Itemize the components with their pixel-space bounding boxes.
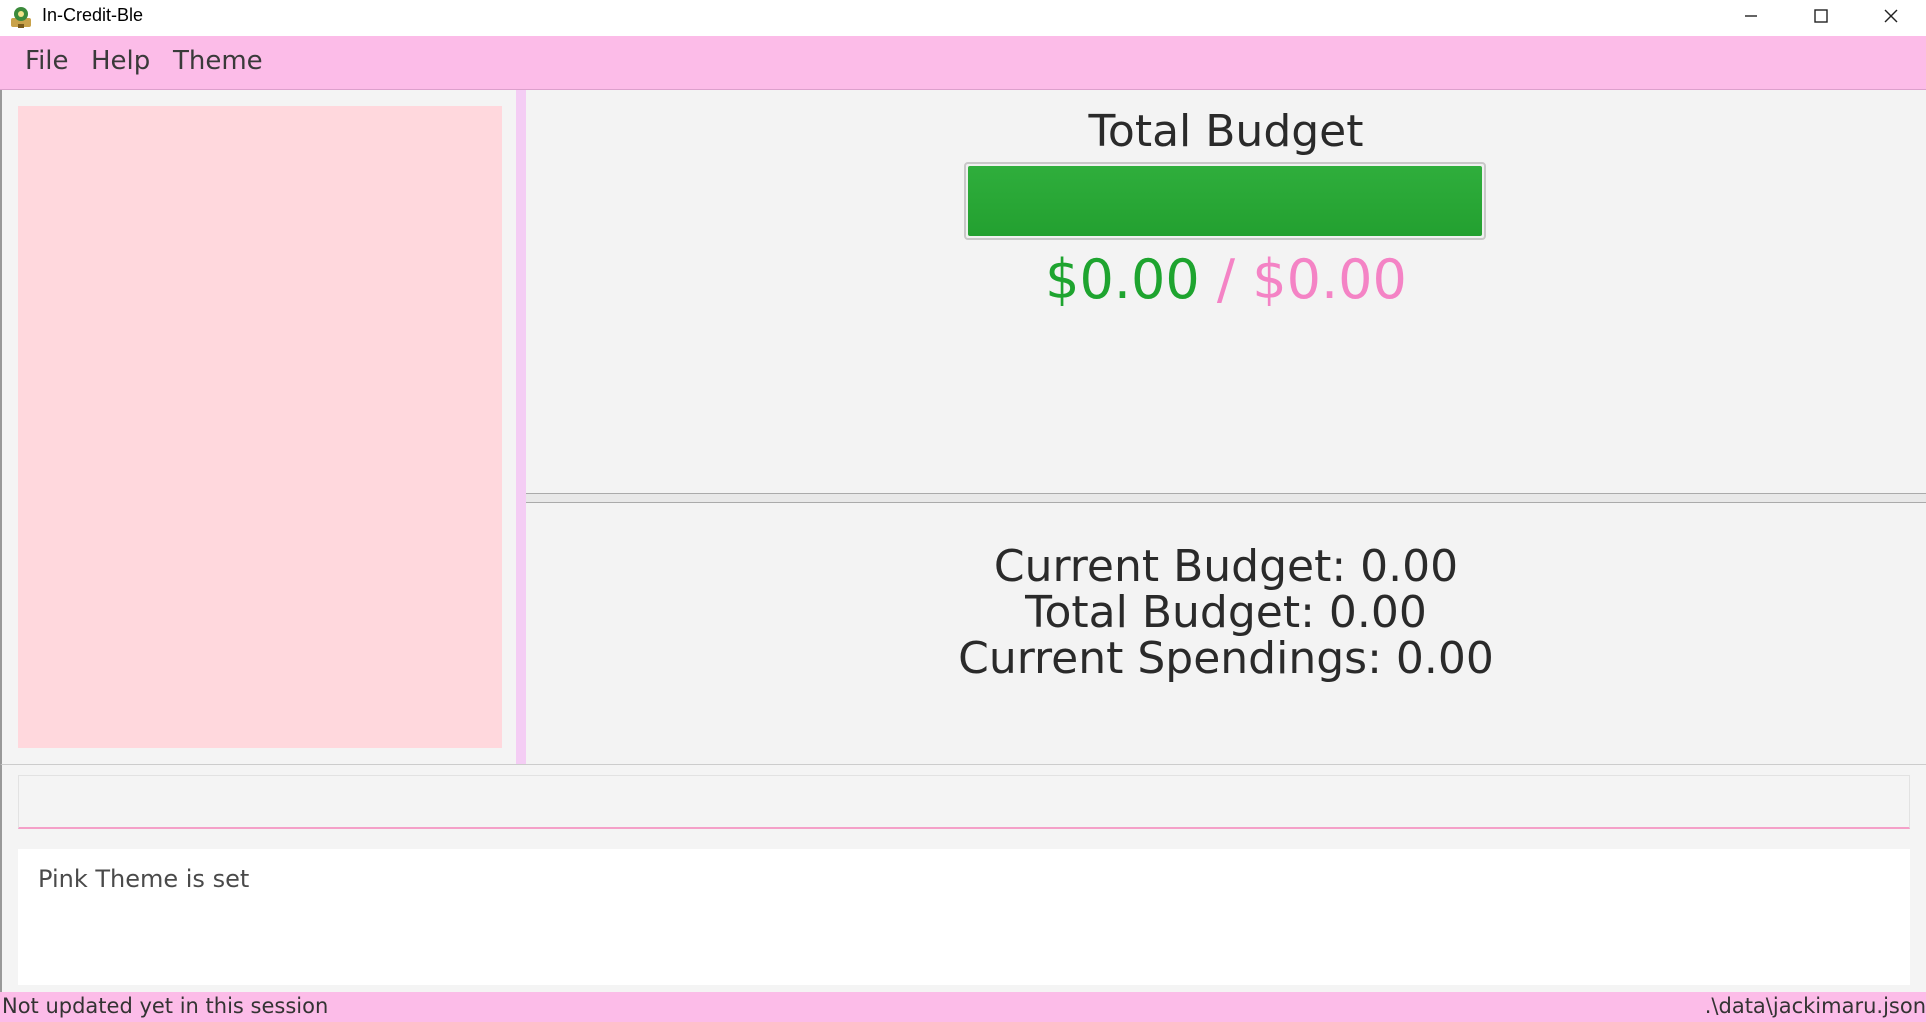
menu-theme[interactable]: Theme [173, 46, 263, 76]
maximize-button[interactable] [1786, 0, 1856, 36]
status-bar: Not updated yet in this session .\data\j… [0, 992, 1926, 1022]
stats-panel: Current Budget: 0.00 Total Budget: 0.00 … [526, 503, 1926, 764]
total-budget-stat: Total Budget: 0.00 [1025, 587, 1427, 638]
result-message: Pink Theme is set [38, 865, 250, 893]
minimize-icon [1743, 8, 1759, 28]
minimize-button[interactable] [1716, 0, 1786, 36]
budget-progress-bar [964, 162, 1486, 240]
current-spendings-stat: Current Spendings: 0.00 [958, 633, 1494, 684]
title-bar: In-Credit-Ble [0, 0, 1926, 36]
command-area: Pink Theme is set [0, 764, 1926, 992]
budget-progress-fill [968, 166, 1482, 236]
split-pane-divider[interactable] [516, 90, 526, 764]
amount-separator: / [1216, 248, 1236, 311]
close-button[interactable] [1856, 0, 1926, 36]
window-title: In-Credit-Ble [42, 5, 144, 25]
left-panel [0, 90, 522, 764]
sync-status: Not updated yet in this session [2, 994, 329, 1018]
transaction-list[interactable] [18, 106, 502, 748]
command-input[interactable] [18, 775, 1910, 829]
current-budget-stat: Current Budget: 0.00 [993, 541, 1459, 592]
file-path: .\data\jackimaru.json [1704, 994, 1926, 1018]
menu-file[interactable]: File [25, 46, 69, 76]
total-amount: $0.00 [1252, 248, 1407, 311]
horizontal-divider[interactable] [526, 493, 1926, 503]
menu-help[interactable]: Help [91, 46, 150, 76]
menu-bar: File Help Theme [0, 36, 1926, 90]
maximize-icon [1813, 8, 1829, 28]
budget-title: Total Budget [1088, 106, 1364, 157]
app-logo-icon [8, 4, 34, 30]
budget-panel: Total Budget $0.00 / $0.00 [526, 90, 1926, 493]
budget-amounts: $0.00 / $0.00 [526, 248, 1926, 311]
spent-amount: $0.00 [1045, 248, 1200, 311]
result-display: Pink Theme is set [18, 849, 1910, 985]
close-icon [1883, 8, 1899, 28]
